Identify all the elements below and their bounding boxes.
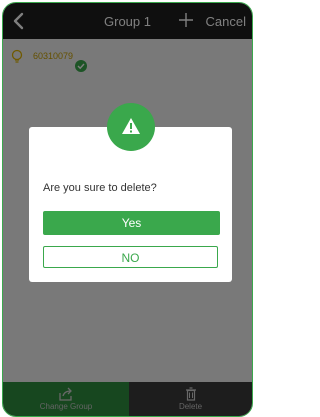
dialog-message: Are you sure to delete? (43, 182, 157, 194)
phone-screen: Group 1 Cancel 60310079 (2, 2, 253, 417)
yes-button[interactable]: Yes (43, 211, 220, 235)
modal-overlay[interactable]: Are you sure to delete? Yes NO (3, 3, 252, 416)
warning-icon (107, 103, 155, 151)
no-button[interactable]: NO (43, 246, 218, 268)
confirm-dialog: Are you sure to delete? Yes NO (29, 103, 232, 282)
